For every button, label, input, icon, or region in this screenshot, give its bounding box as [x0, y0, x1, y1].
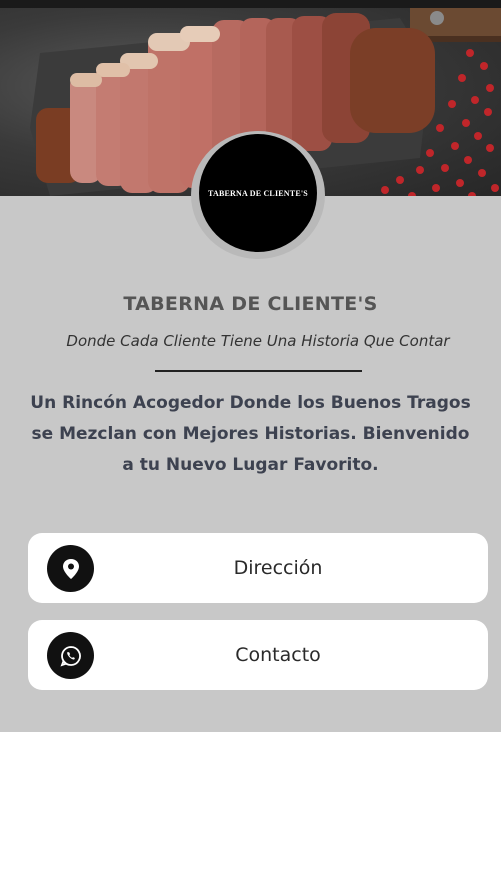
logo: TABERNA DE CLIENTE'S: [199, 134, 317, 252]
contacto-label: Contacto: [235, 644, 321, 666]
whatsapp-icon: [47, 632, 94, 679]
direccion-label: Dirección: [233, 557, 323, 579]
description: Un Rincón Acogedor Donde los Buenos Trag…: [30, 393, 471, 475]
contacto-button[interactable]: Contacto: [28, 620, 488, 690]
page-title: TABERNA DE CLIENTE'S: [123, 293, 378, 315]
logo-text: TABERNA DE CLIENTE'S: [208, 188, 308, 198]
direccion-button[interactable]: Dirección: [28, 533, 488, 603]
page-subtitle: Donde Cada Cliente Tiene Una Historia Qu…: [66, 332, 450, 350]
status-bar: [0, 0, 501, 8]
divider: [155, 370, 362, 372]
map-pin-icon: [47, 545, 94, 592]
